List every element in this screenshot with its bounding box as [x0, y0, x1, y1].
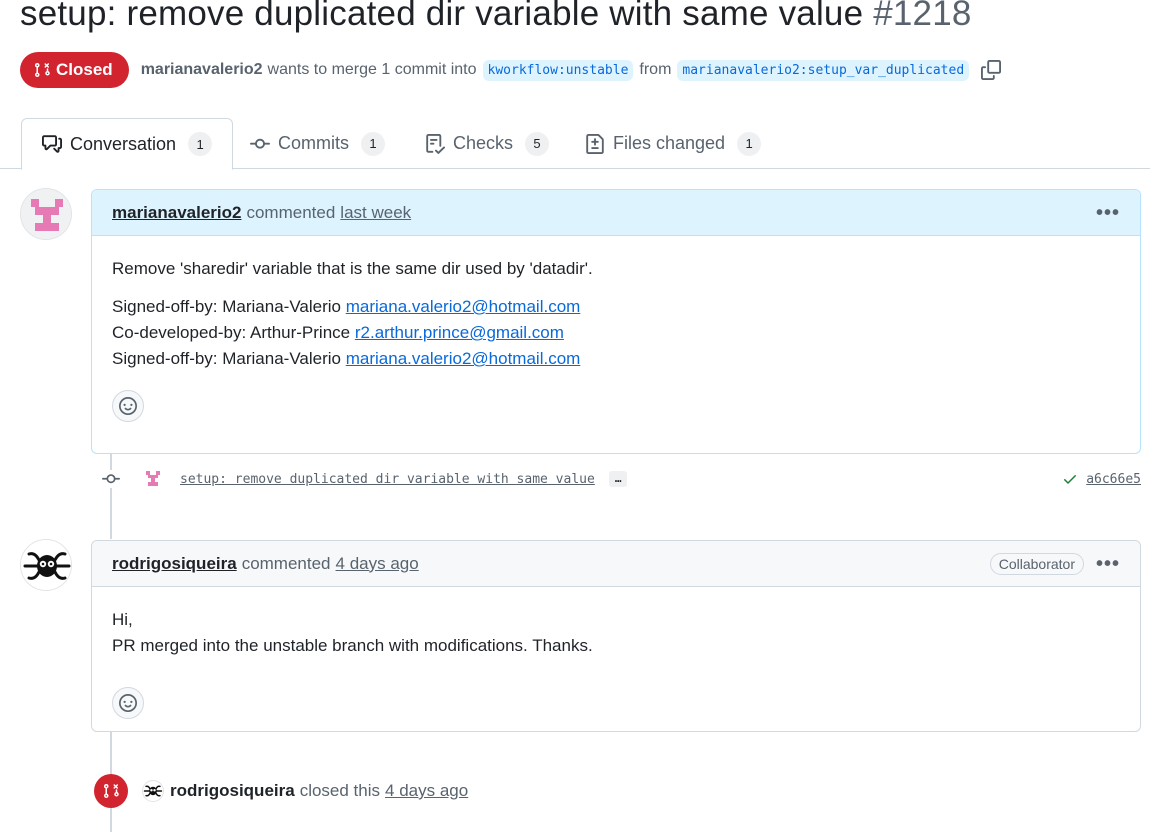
comment-box: rodrigosiqueira commented 4 days ago Col…	[91, 540, 1141, 732]
closed-timestamp-link[interactable]: 4 days ago	[385, 781, 468, 801]
spider-avatar	[143, 785, 163, 797]
commit-expand-button[interactable]: …	[608, 471, 628, 487]
comment-body: Hi, PR merged into the unstable branch w…	[92, 587, 1140, 740]
identicon-avatar	[146, 471, 160, 486]
comment-text: PR merged into the unstable branch with …	[112, 636, 593, 655]
comment-header: rodrigosiqueira commented 4 days ago Col…	[92, 541, 1140, 587]
email-link[interactable]: r2.arthur.prince@gmail.com	[355, 323, 564, 342]
check-icon[interactable]	[1062, 471, 1078, 487]
tab-files-changed[interactable]: Files changed 1	[565, 118, 781, 169]
closed-action-text: closed this	[299, 781, 381, 800]
pr-title: setup: remove duplicated dir variable wi…	[20, 0, 972, 34]
pr-meta: Closed marianavalerio2 wants to merge 1 …	[20, 52, 1002, 88]
comment-author-link[interactable]: marianavalerio2	[112, 203, 241, 223]
comment-action: commented	[246, 202, 336, 222]
commit-event: setup: remove duplicated dir variable wi…	[98, 466, 1141, 492]
tab-conversation-label: Conversation	[70, 133, 177, 154]
commit-sha-link[interactable]: a6c66e5	[1086, 472, 1141, 487]
comment-body: Remove 'sharedir' variable that is the s…	[92, 236, 1140, 443]
comment-text: Remove 'sharedir' variable that is the s…	[112, 259, 593, 278]
tab-files-changed-count: 1	[737, 131, 762, 156]
codev-text: Co-developed-by: Arthur-Prince	[112, 323, 351, 342]
spider-avatar	[21, 540, 71, 590]
comment-header: marianavalerio2 commented last week •••	[92, 190, 1140, 236]
merge-text: wants to merge 1 commit into	[267, 61, 477, 78]
comment-box: marianavalerio2 commented last week ••• …	[91, 189, 1141, 454]
identicon-avatar	[21, 189, 71, 239]
tab-commits-label: Commits	[278, 133, 349, 153]
base-branch[interactable]: kworkflow:unstable	[482, 59, 634, 81]
commit-author-avatar[interactable]	[142, 468, 164, 490]
git-pull-request-closed-icon	[35, 63, 50, 78]
tab-conversation-count: 1	[188, 132, 213, 156]
codev-line: Co-developed-by: Arthur-Prince r2.arthur…	[112, 320, 1120, 346]
avatar-rodrigosiqueira[interactable]	[20, 539, 72, 591]
comment-options-icon[interactable]: •••	[1096, 554, 1120, 574]
signoff-line: Signed-off-by: Mariana-Valerio mariana.v…	[112, 346, 1120, 372]
email-link[interactable]: mariana.valerio2@hotmail.com	[346, 349, 581, 368]
collaborator-badge: Collaborator	[989, 552, 1084, 575]
git-commit-icon	[250, 138, 270, 149]
git-commit-icon	[98, 470, 124, 488]
head-branch[interactable]: marianavalerio2:setup_var_duplicated	[677, 59, 970, 81]
comment-discussion-icon	[42, 135, 62, 153]
email-link[interactable]: mariana.valerio2@hotmail.com	[346, 297, 581, 316]
tab-commits[interactable]: Commits 1	[230, 118, 405, 169]
comment-text: Hi,	[112, 610, 133, 629]
tab-checks-label: Checks	[453, 133, 514, 153]
signoff-line: Signed-off-by: Mariana-Valerio mariana.v…	[112, 294, 1120, 320]
from-text: from	[639, 61, 672, 78]
pr-author-link[interactable]: marianavalerio2	[141, 61, 263, 79]
commit-message-link[interactable]: setup: remove duplicated dir variable wi…	[180, 472, 595, 487]
closed-actor-link[interactable]: rodrigosiqueira	[170, 781, 295, 801]
pr-title-text: setup: remove duplicated dir variable wi…	[20, 0, 864, 33]
smiley-icon	[119, 694, 137, 712]
tab-checks-count: 5	[525, 131, 550, 156]
closed-event: rodrigosiqueira closed this 4 days ago	[94, 774, 468, 808]
comment-author-link[interactable]: rodrigosiqueira	[112, 554, 237, 574]
state-badge: Closed	[20, 52, 129, 88]
pr-number: #1218	[873, 0, 972, 33]
add-reaction-button[interactable]	[112, 390, 144, 422]
checklist-icon	[426, 133, 445, 154]
comment-timestamp-link[interactable]: 4 days ago	[336, 554, 419, 574]
copy-icon[interactable]	[981, 60, 1002, 80]
signoff-text: Signed-off-by: Mariana-Valerio	[112, 297, 341, 316]
pr-tabs: Conversation 1 Commits 1 Checks 5 Files …	[0, 118, 1150, 170]
tab-commits-count: 1	[361, 131, 385, 156]
comment-options-icon[interactable]: •••	[1096, 203, 1120, 223]
add-reaction-button[interactable]	[112, 687, 144, 719]
tab-checks[interactable]: Checks 5	[405, 118, 569, 169]
closed-actor-avatar[interactable]	[142, 780, 164, 802]
git-pull-request-closed-icon	[94, 774, 128, 808]
smiley-icon	[119, 397, 137, 415]
state-label: Closed	[56, 60, 113, 79]
avatar-marianavalerio2[interactable]	[20, 188, 72, 240]
signoff-text: Signed-off-by: Mariana-Valerio	[112, 349, 341, 368]
tab-conversation[interactable]: Conversation 1	[21, 118, 234, 170]
file-diff-icon	[586, 133, 604, 154]
comment-timestamp-link[interactable]: last week	[340, 203, 411, 223]
tab-files-changed-label: Files changed	[613, 133, 726, 153]
comment-action: commented	[241, 553, 331, 573]
